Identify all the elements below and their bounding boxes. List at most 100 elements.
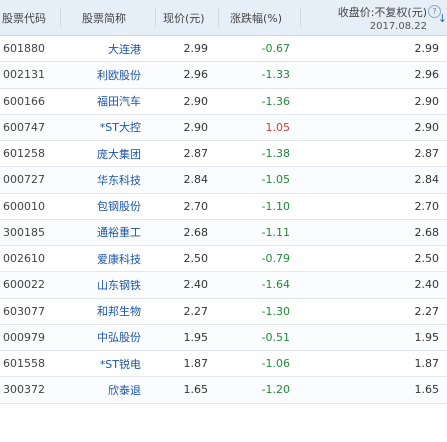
cell-code: 300372 (3, 383, 45, 397)
cell-name[interactable]: *ST大控 (60, 119, 155, 135)
cell-name-link[interactable]: 欣泰退 (108, 384, 141, 397)
cell-name-link[interactable]: *ST大控 (100, 121, 141, 134)
cell-code: 603077 (3, 304, 45, 318)
table-row[interactable]: 601558 *ST锐电 1.87 -1.06 1.87 (0, 351, 447, 378)
table-row[interactable]: 600010 包钢股份 2.70 -1.10 2.70 (0, 194, 447, 220)
cell-close: 2.96 (414, 68, 440, 82)
table-row[interactable]: 603077 和邦生物 2.27 -1.30 2.27 (0, 299, 447, 325)
cell-code: 601558 (3, 357, 45, 371)
table-row[interactable]: 000979 中弘股份 1.95 -0.51 1.95 (0, 324, 447, 351)
cell-code: 000727 (3, 173, 45, 187)
table-row[interactable]: 601258 庞大集团 2.87 -1.38 2.87 (0, 141, 447, 168)
table-row[interactable]: 000727 华东科技 2.84 -1.05 2.84 (0, 167, 447, 194)
cell-name[interactable]: 山东钢铁 (60, 277, 155, 293)
cell-price: 2.90 (183, 94, 209, 108)
cell-code: 601258 (3, 147, 45, 161)
sort-desc-icon[interactable]: ↓ (438, 12, 447, 25)
table-row[interactable]: 002610 爱康科技 2.50 -0.79 2.50 (0, 246, 447, 273)
header-divider (60, 8, 61, 28)
cell-change: -1.33 (261, 68, 290, 82)
cell-change: -1.05 (261, 173, 290, 187)
cell-name-link[interactable]: 包钢股份 (97, 200, 141, 213)
cell-name-link[interactable]: 利欧股份 (97, 69, 141, 82)
cell-price: 2.96 (183, 68, 209, 82)
table-row[interactable]: 600022 山东钢铁 2.40 -1.64 2.40 (0, 272, 447, 299)
cell-name[interactable]: 欣泰退 (60, 382, 155, 398)
cell-price: 2.87 (183, 147, 209, 161)
cell-name-link[interactable]: 山东钢铁 (97, 279, 141, 292)
cell-code: 600010 (3, 199, 45, 213)
cell-change: -1.20 (261, 383, 290, 397)
cell-code: 600022 (3, 278, 45, 292)
cell-close: 2.87 (414, 147, 440, 161)
cell-price: 2.84 (183, 173, 209, 187)
header-divider (155, 8, 156, 28)
cell-name-link[interactable]: *ST锐电 (100, 358, 141, 371)
cell-close: 2.90 (414, 94, 440, 108)
header-name[interactable]: 股票简称 (60, 0, 155, 35)
cell-name-link[interactable]: 庞大集团 (97, 148, 141, 161)
cell-code: 000979 (3, 330, 45, 344)
header-divider (218, 8, 219, 28)
cell-name-link[interactable]: 通裕重工 (97, 226, 141, 239)
header-close[interactable]: 收盘价:不复权(元) 2017.08.22 ? ↓ (300, 0, 447, 35)
cell-change: -1.64 (261, 278, 290, 292)
cell-price: 2.68 (183, 225, 209, 239)
cell-price: 2.27 (183, 304, 209, 318)
cell-code: 300185 (3, 225, 45, 239)
cell-code: 600166 (3, 94, 45, 108)
cell-name-link[interactable]: 爱康科技 (97, 253, 141, 266)
cell-close: 2.68 (414, 225, 440, 239)
cell-change: -1.38 (261, 147, 290, 161)
cell-name[interactable]: 华东科技 (60, 172, 155, 188)
table-row[interactable]: 600747 *ST大控 2.90 1.05 2.90 (0, 114, 447, 141)
cell-change: -1.30 (261, 304, 290, 318)
cell-close: 2.50 (414, 252, 440, 266)
cell-name[interactable]: *ST锐电 (60, 356, 155, 372)
cell-name[interactable]: 和邦生物 (60, 303, 155, 319)
table-row[interactable]: 300185 通裕重工 2.68 -1.11 2.68 (0, 219, 447, 246)
cell-close: 2.84 (414, 173, 440, 187)
header-name-label: 股票简称 (82, 11, 126, 25)
cell-close: 2.40 (414, 278, 440, 292)
cell-change: -0.67 (261, 42, 290, 56)
cell-price: 2.90 (183, 120, 209, 134)
cell-name[interactable]: 通裕重工 (60, 224, 155, 240)
cell-name[interactable]: 福田汽车 (60, 93, 155, 109)
cell-close: 1.87 (414, 357, 440, 371)
cell-code: 601880 (3, 42, 45, 56)
cell-name[interactable]: 包钢股份 (60, 198, 155, 214)
header-price[interactable]: 现价(元) (155, 0, 218, 35)
table-row[interactable]: 600166 福田汽车 2.90 -1.36 2.90 (0, 89, 447, 115)
cell-close: 1.95 (414, 330, 440, 344)
cell-code: 002131 (3, 68, 45, 82)
cell-name[interactable]: 庞大集团 (60, 146, 155, 162)
cell-change: -1.10 (261, 199, 290, 213)
cell-code: 600747 (3, 120, 45, 134)
cell-change: 1.05 (265, 120, 291, 134)
cell-close: 2.99 (414, 42, 440, 56)
table-row[interactable]: 002131 利欧股份 2.96 -1.33 2.96 (0, 62, 447, 89)
table-row[interactable]: 601880 大连港 2.99 -0.67 2.99 (0, 36, 447, 63)
cell-change: -1.06 (261, 357, 290, 371)
cell-name-link[interactable]: 中弘股份 (97, 331, 141, 344)
cell-name[interactable]: 利欧股份 (60, 67, 155, 83)
stock-table: 股票代码 股票简称 现价(元) 涨跌幅(%) 收盘价:不复权(元) 2017.0… (0, 0, 447, 442)
cell-change: -0.51 (261, 330, 290, 344)
cell-close: 2.70 (414, 199, 440, 213)
header-code[interactable]: 股票代码 (0, 0, 60, 35)
cell-price: 2.40 (183, 278, 209, 292)
cell-name[interactable]: 大连港 (60, 41, 155, 57)
cell-name-link[interactable]: 和邦生物 (97, 305, 141, 318)
cell-name-link[interactable]: 大连港 (108, 43, 141, 56)
cell-code: 002610 (3, 252, 45, 266)
cell-name-link[interactable]: 华东科技 (97, 174, 141, 187)
table-row[interactable]: 300372 欣泰退 1.65 -1.20 1.65 (0, 377, 447, 404)
header-change-label: 涨跌幅(%) (230, 11, 283, 25)
cell-name[interactable]: 中弘股份 (60, 329, 155, 345)
cell-name-link[interactable]: 福田汽车 (97, 95, 141, 108)
cell-price: 1.65 (183, 383, 209, 397)
header-change[interactable]: 涨跌幅(%) (218, 0, 300, 35)
header-close-date: 2017.08.22 (369, 20, 427, 32)
cell-name[interactable]: 爱康科技 (60, 251, 155, 267)
